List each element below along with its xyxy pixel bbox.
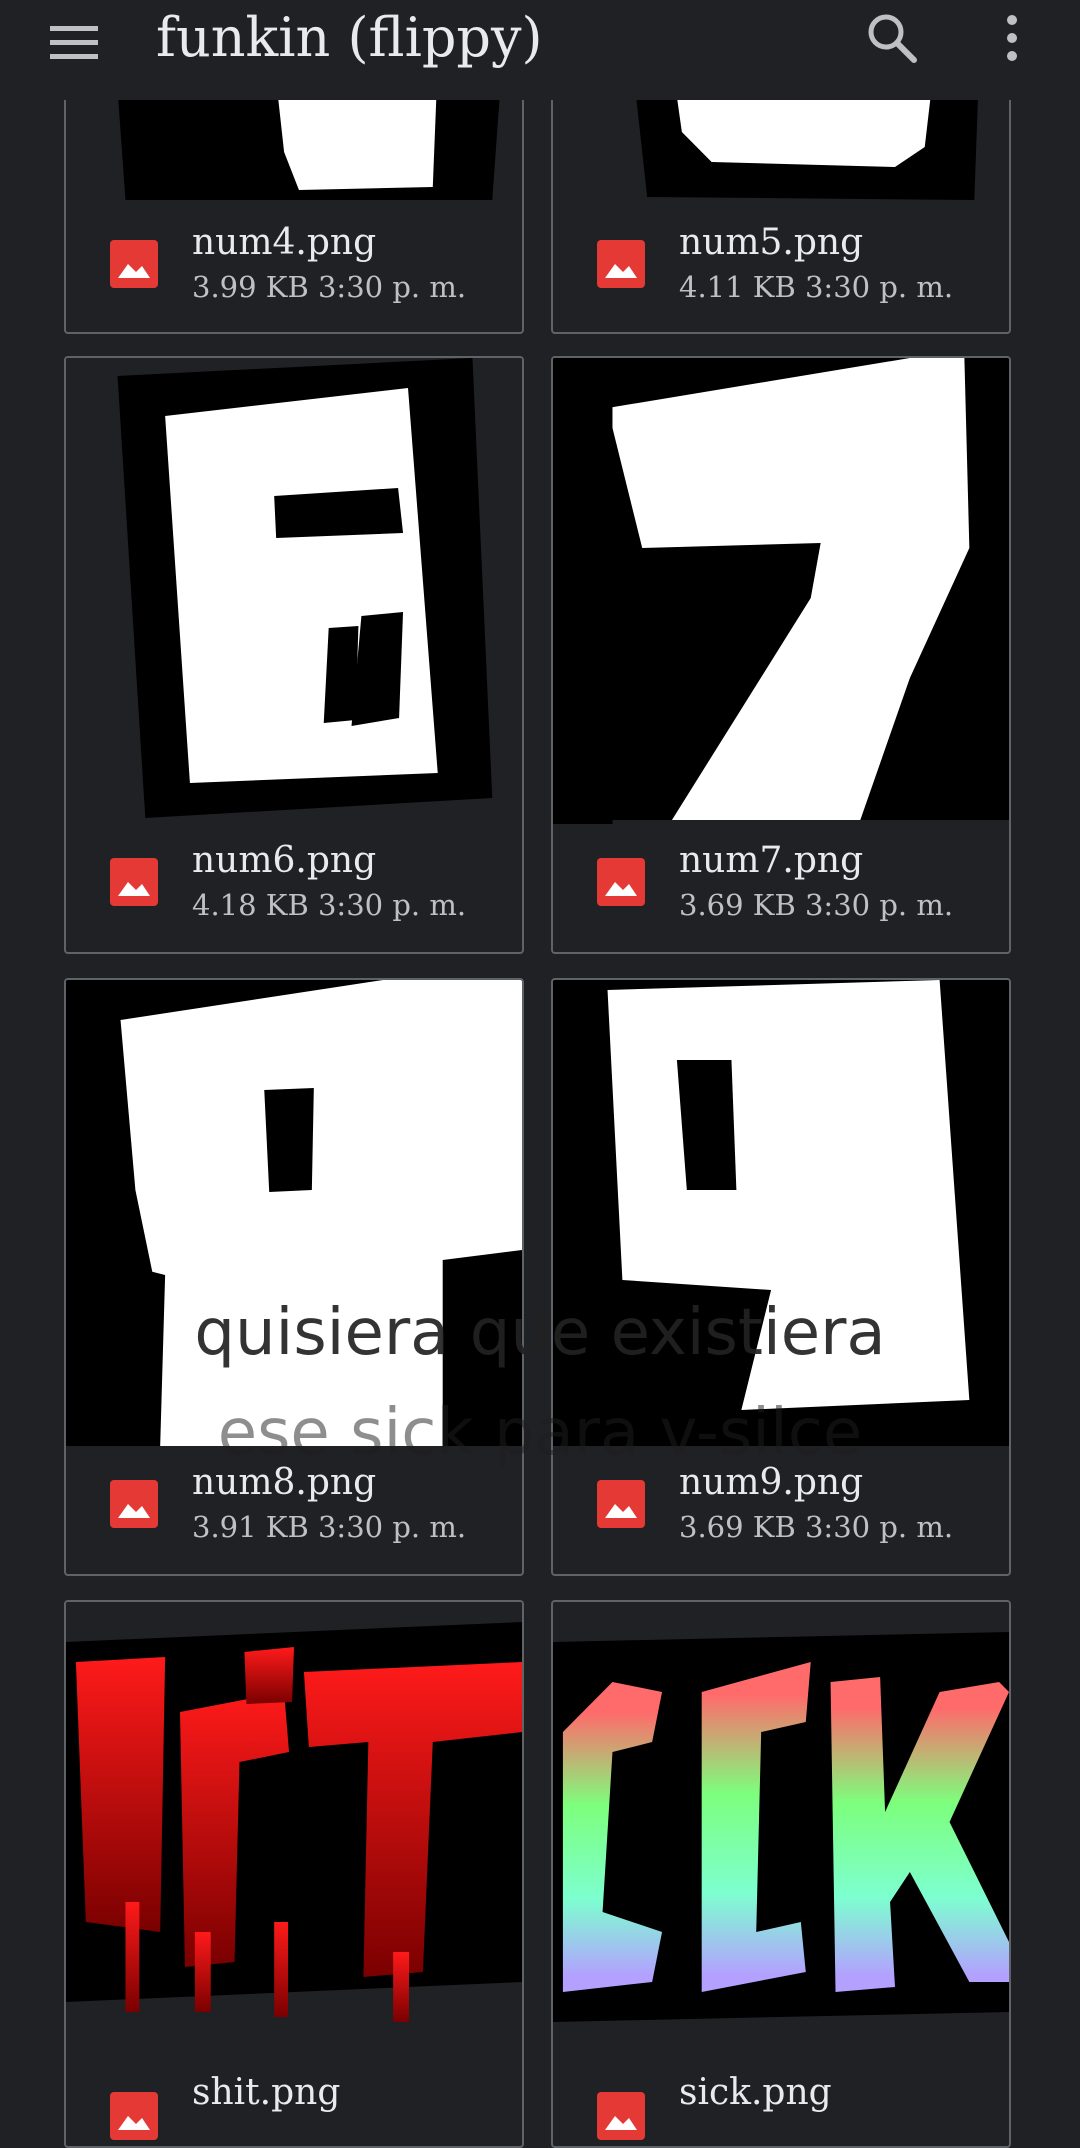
app-bar: funkin (flippy) (0, 0, 1080, 100)
image-file-icon (597, 2092, 645, 2140)
image-file-icon (110, 240, 158, 288)
file-meta: 3.69 KB 3:30 p. m. (679, 888, 954, 922)
file-thumbnail (553, 1602, 1009, 2032)
file-meta: 4.11 KB 3:30 p. m. (679, 270, 954, 304)
file-thumbnail (66, 980, 522, 1446)
file-card-num4[interactable]: num4.png 3.99 KB 3:30 p. m. (64, 60, 524, 334)
image-file-icon (110, 2092, 158, 2140)
file-card-num5[interactable]: num5.png 4.11 KB 3:30 p. m. (551, 60, 1011, 334)
file-thumbnail (553, 358, 1009, 824)
image-file-icon (597, 858, 645, 906)
file-name: shit.png (192, 2072, 341, 2113)
file-card-num8[interactable]: num8.png 3.91 KB 3:30 p. m. (64, 978, 524, 1576)
menu-icon[interactable] (44, 10, 104, 70)
file-name: num7.png (679, 840, 864, 881)
image-file-icon (110, 858, 158, 906)
image-file-icon (597, 240, 645, 288)
file-grid: num4.png 3.99 KB 3:30 p. m. num5.png 4.1… (0, 0, 1080, 2148)
file-card-num9[interactable]: num9.png 3.69 KB 3:30 p. m. (551, 978, 1011, 1576)
file-card-sick[interactable]: sick.png (551, 1600, 1011, 2148)
file-name: num6.png (192, 840, 377, 881)
file-card-num6[interactable]: num6.png 4.18 KB 3:30 p. m. (64, 356, 524, 954)
file-name: num5.png (679, 222, 864, 263)
file-meta: 4.18 KB 3:30 p. m. (192, 888, 467, 922)
image-file-icon (110, 1480, 158, 1528)
app-title: funkin (flippy) (156, 6, 543, 69)
search-icon[interactable] (862, 8, 922, 68)
file-meta: 3.99 KB 3:30 p. m. (192, 270, 467, 304)
file-name: num4.png (192, 222, 377, 263)
file-meta: 3.91 KB 3:30 p. m. (192, 1510, 467, 1544)
file-thumbnail (66, 358, 522, 824)
file-card-num7[interactable]: num7.png 3.69 KB 3:30 p. m. (551, 356, 1011, 954)
file-thumbnail (553, 980, 1009, 1446)
file-card-shit[interactable]: shit.png (64, 1600, 524, 2148)
file-name: sick.png (679, 2072, 832, 2113)
file-name: num9.png (679, 1462, 864, 1503)
file-thumbnail (66, 1602, 522, 2032)
file-meta: 3.69 KB 3:30 p. m. (679, 1510, 954, 1544)
image-file-icon (597, 1480, 645, 1528)
more-vert-icon[interactable] (990, 8, 1034, 68)
file-name: num8.png (192, 1462, 377, 1503)
